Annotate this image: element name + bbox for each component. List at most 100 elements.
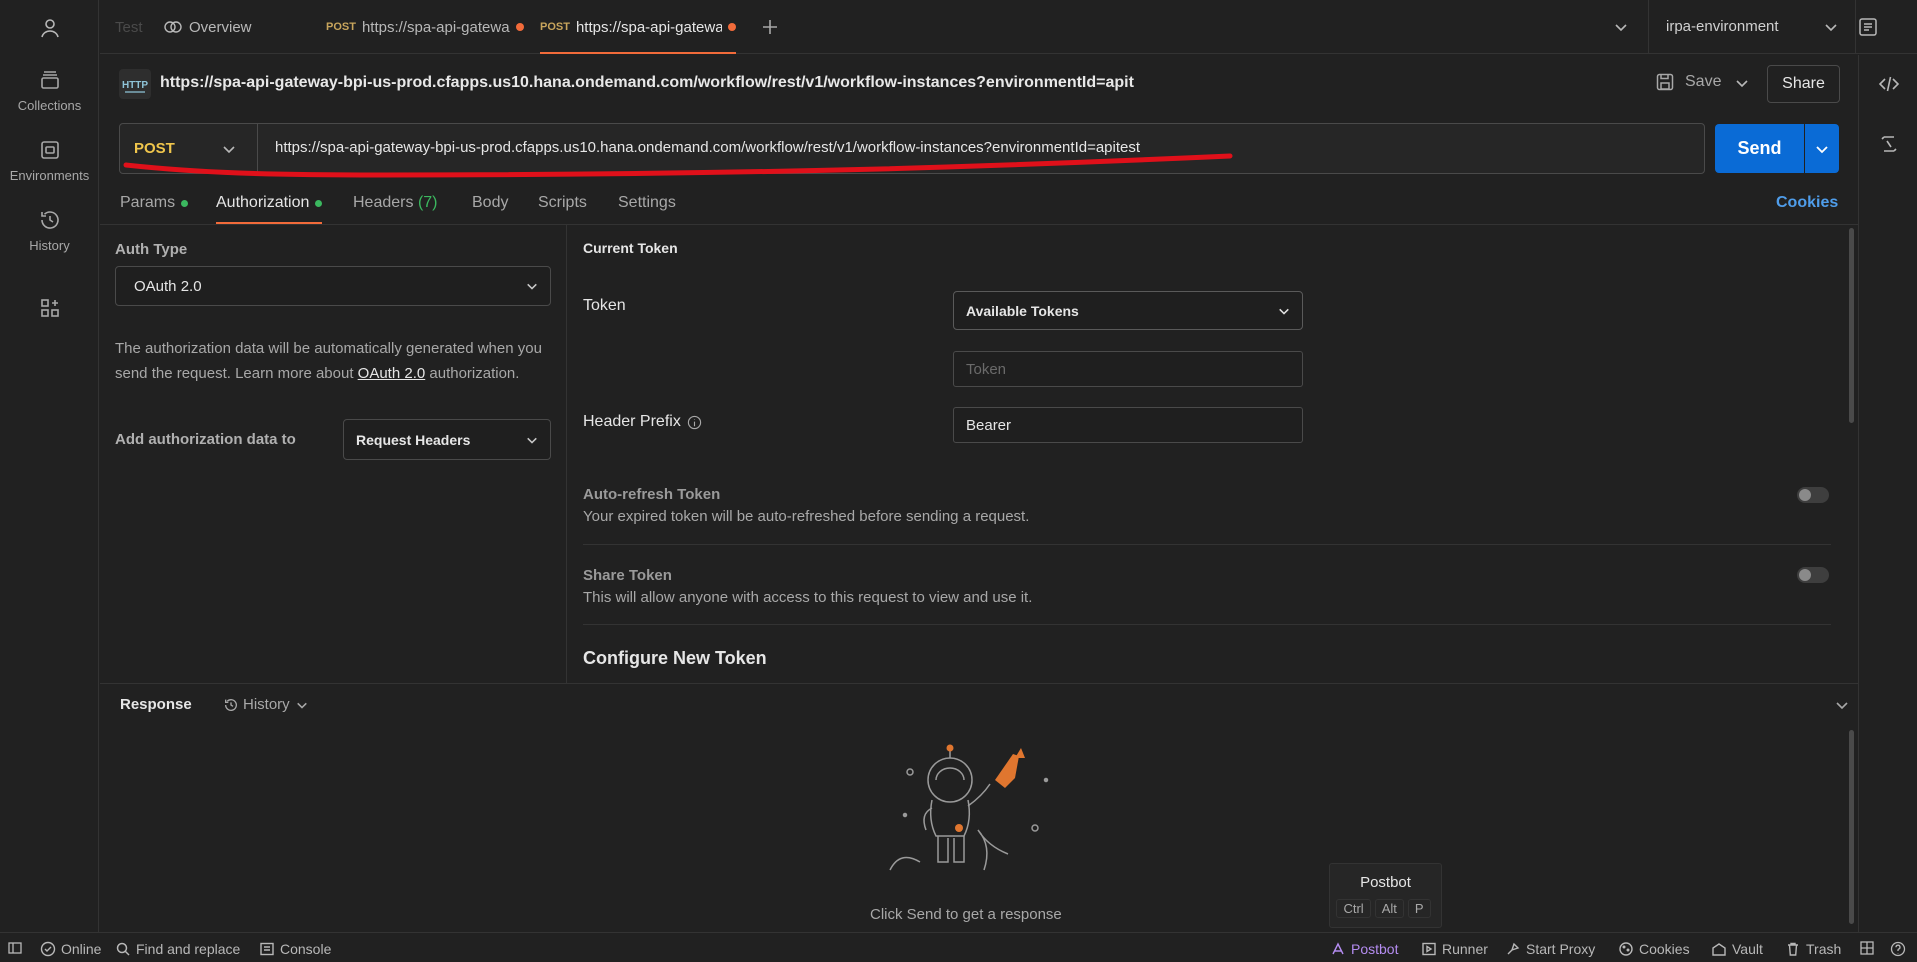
postbot-label: Postbot bbox=[1351, 941, 1399, 957]
overview-icon bbox=[164, 20, 182, 34]
collections-icon bbox=[38, 68, 62, 92]
runner-button[interactable]: Runner bbox=[1421, 941, 1488, 957]
tab-method: POST bbox=[540, 21, 570, 33]
response-history-button[interactable]: History bbox=[223, 696, 308, 713]
oauth-learn-more-link[interactable]: OAuth 2.0 bbox=[358, 365, 426, 382]
cookie-icon bbox=[1619, 942, 1633, 956]
auth-panel-scrollbar[interactable] bbox=[1849, 228, 1854, 423]
response-scrollbar[interactable] bbox=[1849, 730, 1854, 924]
chevron-down-icon bbox=[1278, 305, 1290, 317]
sidebar-item-label: Collections bbox=[17, 98, 82, 113]
response-label: Response bbox=[120, 696, 192, 713]
check-circle-icon bbox=[40, 941, 56, 957]
unsaved-dot bbox=[728, 23, 736, 31]
postbot-button[interactable]: Postbot bbox=[1330, 941, 1398, 957]
tab-authorization[interactable]: Authorization bbox=[216, 194, 323, 224]
sidebar-item-environments[interactable]: Environments bbox=[0, 138, 99, 183]
add-auth-data-label: Add authorization data to bbox=[115, 431, 296, 448]
console-button[interactable]: Console bbox=[259, 941, 331, 957]
environments-icon bbox=[38, 138, 62, 162]
start-proxy-label: Start Proxy bbox=[1526, 941, 1596, 957]
cookies-link[interactable]: Cookies bbox=[1776, 194, 1838, 212]
trash-button[interactable]: Trash bbox=[1785, 941, 1841, 957]
history-label: History bbox=[243, 696, 290, 713]
chevron-down-icon bbox=[526, 280, 538, 292]
sidebar-item-collections[interactable]: Collections bbox=[0, 68, 99, 113]
status-dot bbox=[181, 199, 189, 207]
layout-grid-icon[interactable] bbox=[1860, 941, 1879, 955]
available-tokens-label: Available Tokens bbox=[966, 302, 1079, 319]
save-options-chevron-down-icon[interactable] bbox=[1735, 76, 1749, 90]
auto-refresh-toggle[interactable] bbox=[1797, 487, 1829, 503]
save-icon bbox=[1655, 72, 1675, 92]
related-collections-icon[interactable] bbox=[1878, 133, 1900, 155]
tab-overview[interactable]: Overview bbox=[164, 0, 304, 54]
sidebar-item-label: Environments bbox=[9, 168, 90, 183]
auto-refresh-description: Your expired token will be auto-refreshe… bbox=[583, 508, 1030, 525]
info-icon[interactable] bbox=[687, 415, 702, 430]
request-title[interactable]: https://spa-api-gateway-bpi-us-prod.cfap… bbox=[160, 74, 1134, 92]
tab-list-chevron-down-icon[interactable] bbox=[1614, 20, 1628, 34]
add-auth-data-select[interactable]: Request Headers bbox=[343, 419, 551, 460]
vault-icon bbox=[1712, 943, 1726, 956]
postbot-shortcut-popup[interactable]: Postbot Ctrl Alt P bbox=[1329, 863, 1442, 928]
tab-post-request[interactable]: POST https://spa-api-gatewa bbox=[326, 0, 526, 54]
tab-test[interactable]: Test bbox=[115, 0, 151, 54]
environment-selector-chevron-down-icon[interactable] bbox=[1824, 20, 1838, 34]
token-label: Token bbox=[583, 297, 626, 314]
tab-params[interactable]: Params bbox=[120, 194, 189, 212]
tab-scripts[interactable]: Scripts bbox=[538, 194, 587, 212]
toggle-sidebar-icon[interactable] bbox=[8, 941, 27, 955]
available-tokens-select[interactable]: Available Tokens bbox=[953, 291, 1303, 330]
collapse-response-chevron-down-icon[interactable] bbox=[1835, 698, 1849, 712]
tab-label: Body bbox=[472, 194, 509, 211]
auth-type-select[interactable]: OAuth 2.0 bbox=[115, 266, 551, 306]
proxy-icon bbox=[1507, 942, 1520, 955]
tab-post-request-active[interactable]: POST https://spa-api-gatewa bbox=[540, 0, 736, 54]
new-tab-plus-icon[interactable] bbox=[760, 17, 780, 37]
sidebar-item-label: History bbox=[29, 238, 70, 253]
token-input[interactable]: Token bbox=[953, 351, 1303, 387]
code-icon[interactable] bbox=[1878, 73, 1900, 95]
tab-label: Overview bbox=[189, 18, 252, 36]
history-icon bbox=[223, 697, 239, 713]
auth-description: The authorization data will be automatic… bbox=[115, 336, 555, 386]
tab-label: https://spa-api-gatewa bbox=[575, 18, 722, 36]
tab-body[interactable]: Body bbox=[472, 194, 508, 212]
left-sidebar: Collections Environments History bbox=[0, 0, 99, 932]
vault-button[interactable]: Vault bbox=[1711, 941, 1763, 957]
add-auth-data-value: Request Headers bbox=[356, 431, 471, 448]
send-button[interactable]: Send bbox=[1715, 124, 1804, 173]
send-options-chevron-down-icon[interactable] bbox=[1805, 124, 1839, 173]
start-proxy-button[interactable]: Start Proxy bbox=[1505, 941, 1595, 957]
share-token-description: This will allow anyone with access to th… bbox=[583, 589, 1033, 606]
chevron-down-icon bbox=[526, 434, 538, 446]
find-replace-button[interactable]: Find and replace bbox=[115, 941, 240, 957]
cookies-status-button[interactable]: Cookies bbox=[1618, 941, 1690, 957]
help-icon[interactable] bbox=[1890, 941, 1911, 957]
tab-headers[interactable]: Headers (7) bbox=[353, 194, 438, 212]
status-dot bbox=[315, 199, 323, 207]
environment-quick-look-icon[interactable] bbox=[1857, 16, 1879, 38]
share-token-title: Share Token bbox=[583, 567, 672, 584]
red-annotation-underline bbox=[123, 153, 1233, 178]
add-workbench-icon[interactable] bbox=[38, 296, 62, 320]
auto-refresh-title: Auto-refresh Token bbox=[583, 486, 721, 503]
user-icon[interactable] bbox=[38, 16, 62, 40]
environment-selector-label: irpa-environment bbox=[1666, 18, 1779, 35]
auth-type-label: Auth Type bbox=[115, 241, 188, 258]
online-status[interactable]: Online bbox=[40, 941, 101, 957]
auth-type-value: OAuth 2.0 bbox=[134, 277, 202, 295]
save-label: Save bbox=[1685, 73, 1722, 90]
shortcut-key: P bbox=[1407, 899, 1431, 918]
sidebar-item-history[interactable]: History bbox=[0, 208, 99, 253]
save-button[interactable]: Save bbox=[1655, 72, 1721, 92]
vault-label: Vault bbox=[1732, 941, 1763, 957]
trash-label: Trash bbox=[1806, 941, 1842, 957]
tab-settings[interactable]: Settings bbox=[618, 194, 676, 212]
share-token-toggle[interactable] bbox=[1797, 567, 1829, 583]
share-button[interactable]: Share bbox=[1767, 65, 1840, 103]
header-prefix-input[interactable]: Bearer bbox=[953, 407, 1303, 443]
runner-icon bbox=[1422, 942, 1436, 956]
tab-label: Params bbox=[120, 194, 176, 211]
